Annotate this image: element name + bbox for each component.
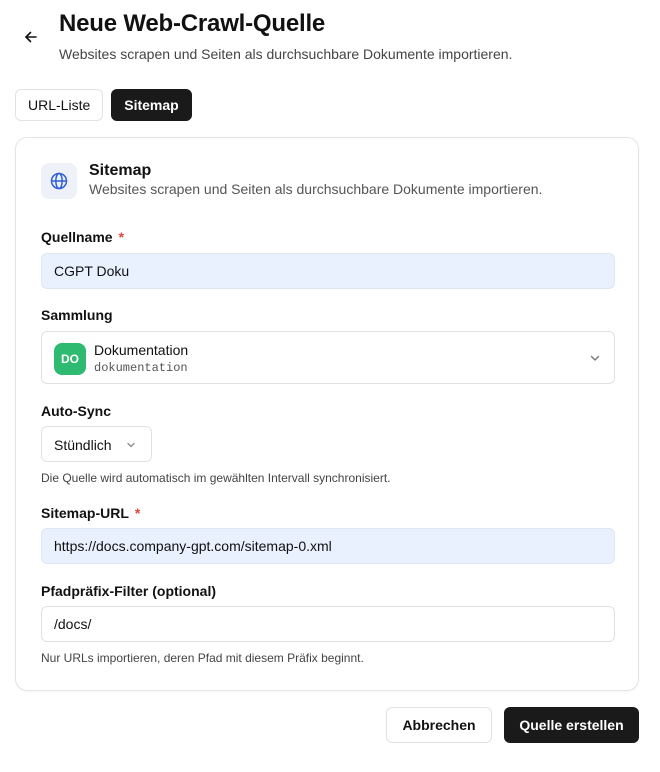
card-title: Sitemap xyxy=(89,162,152,179)
sitemap-url-label-text: Sitemap-URL xyxy=(41,505,129,521)
source-name-input[interactable] xyxy=(41,253,615,289)
path-prefix-input[interactable] xyxy=(41,606,615,642)
source-name-label-text: Quellname xyxy=(41,229,113,245)
path-prefix-label: Pfadpräfix-Filter (optional) xyxy=(41,583,216,599)
source-type-tabs: URL-Liste Sitemap xyxy=(15,89,192,121)
cancel-button[interactable]: Abbrechen xyxy=(386,707,492,743)
collection-label: Sammlung xyxy=(41,307,113,323)
tab-url-list[interactable]: URL-Liste xyxy=(15,89,104,121)
source-name-label: Quellname * xyxy=(41,229,124,245)
page-title: Neue Web-Crawl-Quelle xyxy=(59,10,326,37)
path-prefix-help: Nur URLs importieren, deren Pfad mit die… xyxy=(41,651,364,665)
collection-name: Dokumentation xyxy=(94,342,189,358)
sitemap-url-label: Sitemap-URL * xyxy=(41,505,140,521)
create-source-button[interactable]: Quelle erstellen xyxy=(504,707,639,743)
required-mark: * xyxy=(118,229,125,245)
chevron-down-icon xyxy=(127,442,135,448)
sitemap-form-card: Sitemap Websites scrapen und Seiten als … xyxy=(15,137,639,691)
auto-sync-label: Auto-Sync xyxy=(41,403,111,419)
auto-sync-select[interactable]: Stündlich xyxy=(41,426,152,462)
auto-sync-help: Die Quelle wird automatisch im gewählten… xyxy=(41,471,391,485)
back-button[interactable] xyxy=(18,24,44,50)
collection-avatar: DO xyxy=(54,343,86,375)
auto-sync-value: Stündlich xyxy=(54,437,112,453)
chevron-down-icon xyxy=(590,355,600,361)
sitemap-url-input[interactable] xyxy=(41,528,615,564)
page-header: Neue Web-Crawl-Quelle Websites scrapen u… xyxy=(0,0,660,80)
tab-sitemap[interactable]: Sitemap xyxy=(111,89,192,121)
arrow-left-icon xyxy=(25,31,37,43)
card-icon-badge xyxy=(41,163,77,199)
page-subtitle: Websites scrapen und Seiten als durchsuc… xyxy=(59,46,513,62)
required-mark: * xyxy=(134,505,141,521)
globe-icon xyxy=(50,172,68,190)
collection-slug: dokumentation xyxy=(94,361,188,375)
collection-select[interactable]: DO Dokumentation dokumentation xyxy=(41,331,615,384)
card-subtitle: Websites scrapen und Seiten als durchsuc… xyxy=(89,181,543,197)
